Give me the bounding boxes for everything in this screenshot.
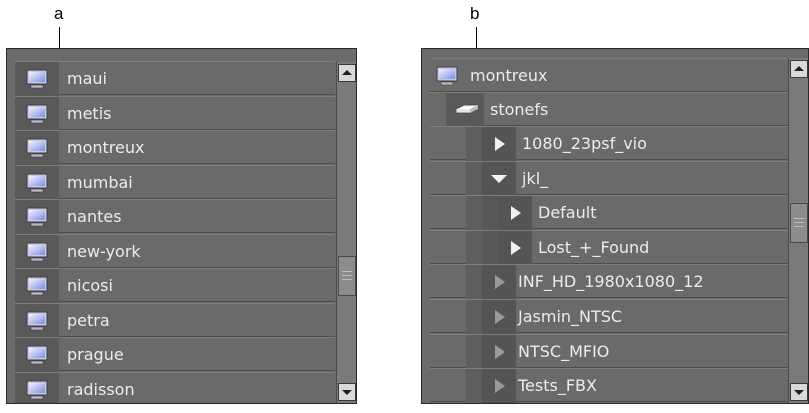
computer-monitor-icon [26, 69, 48, 89]
computer-monitor-icon [26, 276, 48, 296]
triangle-right-icon[interactable] [494, 378, 506, 396]
computer-monitor-icon [26, 138, 48, 158]
computer-monitor-icon [26, 345, 48, 365]
host-label: montreux [470, 66, 548, 85]
folder-label: 1080_23psf_vio [522, 134, 647, 153]
volume-label: stonefs [490, 100, 549, 119]
file-browser-panel: montreux stonefs 1080_23psf_vio jkl_ Defau… [421, 48, 809, 404]
arrow-up-icon [342, 70, 352, 75]
folder-tree-item[interactable]: 1080_23psf_vio [430, 126, 788, 161]
scroll-down-button[interactable] [338, 383, 356, 401]
computer-monitor-icon [436, 66, 458, 86]
folder-label: Lost_+_Found [538, 237, 650, 257]
folder-tree-item[interactable]: INF_HD_1980x1080_12 [430, 264, 788, 300]
arrow-down-icon [794, 390, 804, 395]
triangle-right-icon[interactable] [494, 136, 506, 154]
folder-tree-item[interactable]: Jasmin_NTSC [430, 299, 788, 334]
scroll-up-button[interactable] [790, 60, 808, 78]
folder-tree-item[interactable]: Lost_+_Found [430, 229, 788, 265]
host-list-item-label: mumbai [67, 172, 133, 192]
host-list-item-label: prague [67, 345, 124, 364]
triangle-down-icon[interactable] [490, 173, 508, 185]
host-list-item[interactable]: metis [15, 95, 335, 131]
host-list-scrollbar[interactable] [336, 62, 356, 403]
host-list-item[interactable]: maui [15, 61, 335, 96]
host-list-item-label: montreux [67, 138, 145, 157]
host-list-item[interactable]: nicosi [15, 268, 335, 303]
host-list-item[interactable]: nantes [15, 199, 335, 234]
triangle-right-icon[interactable] [510, 205, 522, 223]
disk-drive-icon [455, 104, 479, 114]
host-list-panel: maui metis montreux mumbai nantes new-york nic… [6, 48, 357, 404]
computer-monitor-icon [26, 173, 48, 192]
triangle-right-icon[interactable] [494, 309, 506, 327]
folder-label: Jasmin_NTSC [518, 307, 623, 326]
folder-label: NTSC_MFIO [518, 341, 610, 361]
folder-label: Default [538, 203, 597, 223]
folder-label: jkl_ [522, 168, 549, 188]
host-list-item[interactable]: new-york [15, 233, 335, 269]
host-row[interactable]: montreux [430, 58, 788, 92]
computer-monitor-icon [26, 380, 48, 399]
scroll-thumb[interactable] [338, 256, 356, 296]
folder-label: Tests_FBX [518, 376, 597, 396]
host-list-item-label: maui [67, 69, 107, 88]
host-list-item[interactable]: petra [15, 302, 335, 338]
host-list-item-label: new-york [67, 241, 141, 261]
host-list-item-label: petra [67, 310, 110, 330]
folder-label: INF_HD_1980x1080_12 [518, 272, 704, 292]
host-list-item-label: nantes [67, 207, 122, 226]
folder-tree-item[interactable]: jkl_ [430, 160, 788, 196]
host-list-item-label: metis [67, 103, 112, 123]
host-list-item-label: radisson [67, 379, 135, 399]
volume-row[interactable]: stonefs [430, 92, 788, 127]
computer-monitor-icon [26, 311, 48, 330]
folder-tree-item[interactable]: NTSC_MFIO [430, 333, 788, 369]
computer-monitor-icon [26, 242, 48, 261]
host-list-item[interactable]: prague [15, 337, 335, 372]
folder-tree-item[interactable]: Tests_FBX [430, 368, 788, 403]
host-list-item[interactable]: montreux [15, 130, 335, 165]
computer-monitor-icon [26, 207, 48, 227]
triangle-right-icon[interactable] [494, 344, 506, 362]
callout-b: b [470, 4, 480, 23]
computer-monitor-icon [26, 104, 48, 123]
triangle-right-icon[interactable] [510, 240, 522, 258]
scroll-up-button[interactable] [338, 64, 356, 82]
arrow-up-icon [794, 66, 804, 71]
host-list-item[interactable]: radisson [15, 371, 335, 403]
callout-a: a [54, 4, 64, 23]
folder-tree-item[interactable]: Default [430, 195, 788, 231]
scroll-thumb[interactable] [790, 203, 808, 243]
arrow-down-icon [342, 390, 352, 395]
host-list-item[interactable]: mumbai [15, 164, 335, 200]
host-list-item-label: nicosi [67, 276, 113, 295]
scroll-down-button[interactable] [790, 383, 808, 401]
file-browser-scrollbar[interactable] [788, 58, 808, 403]
triangle-right-icon[interactable] [494, 274, 506, 292]
